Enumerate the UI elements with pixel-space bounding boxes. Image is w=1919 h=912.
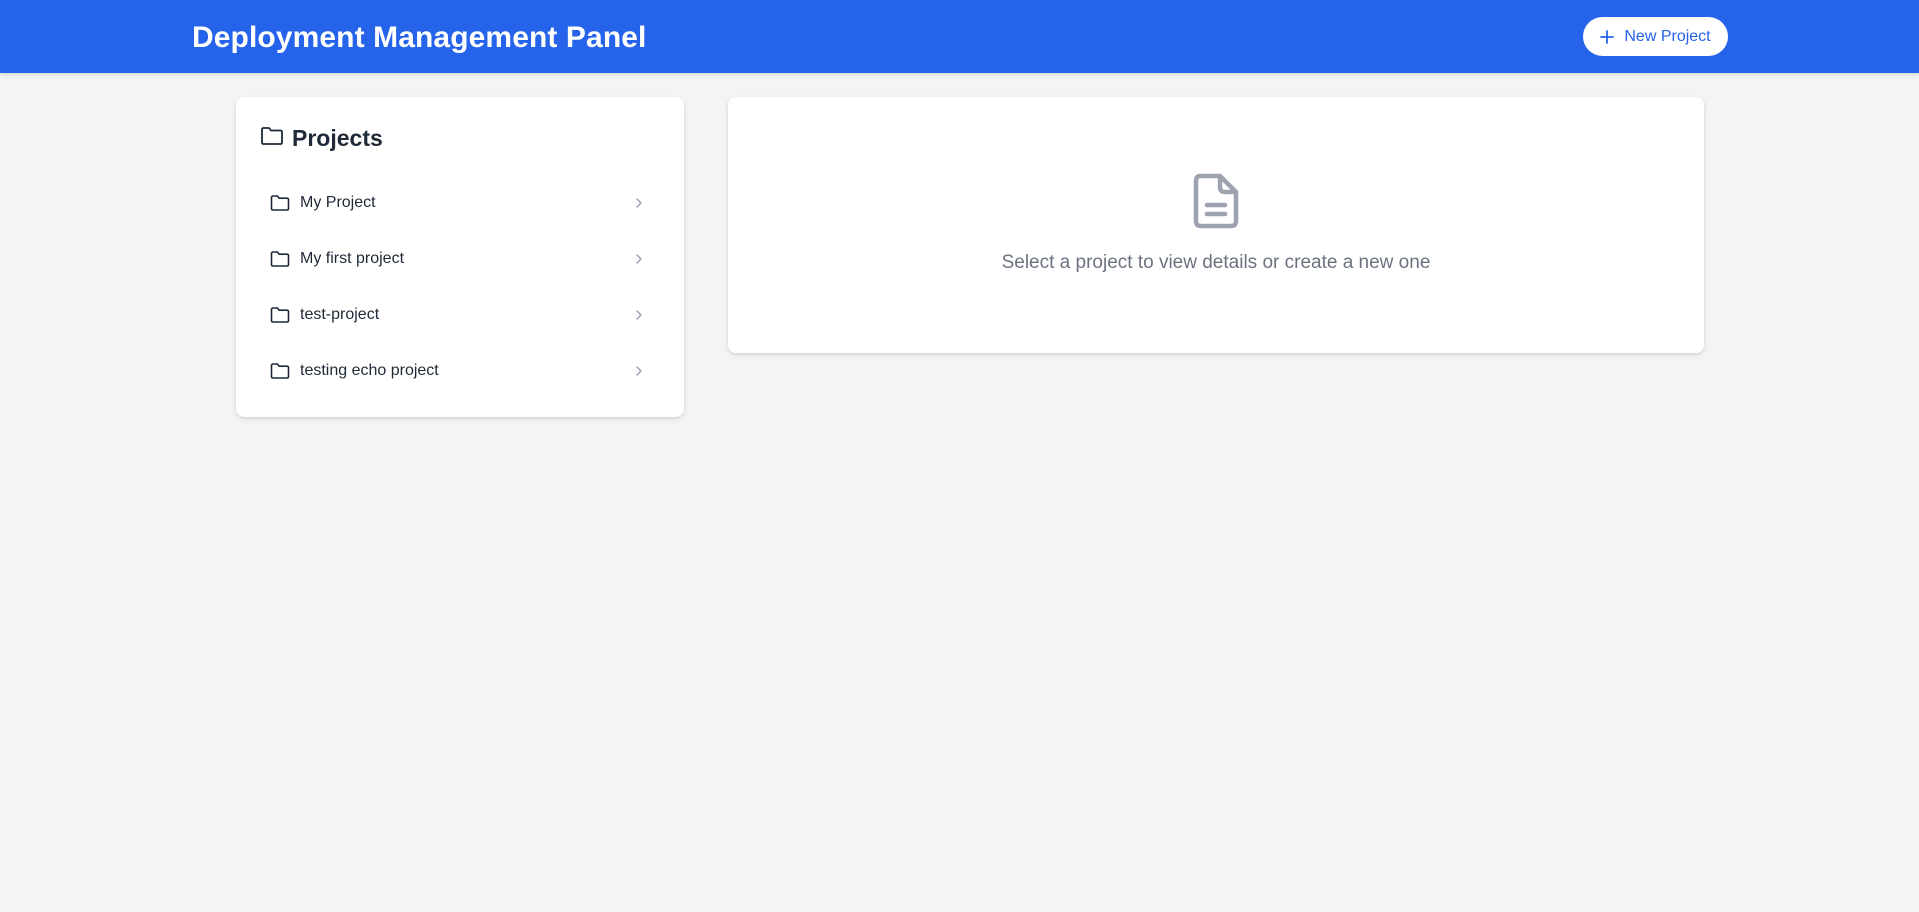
folder-icon [270, 361, 290, 381]
chevron-right-icon [632, 308, 646, 322]
folder-icon [260, 125, 284, 152]
project-item[interactable]: My first project [260, 231, 660, 287]
folder-icon [270, 249, 290, 269]
project-name: test-project [300, 306, 380, 323]
project-name: My Project [300, 194, 376, 211]
new-project-button[interactable]: New Project [1583, 17, 1728, 56]
plus-icon [1600, 29, 1615, 44]
document-icon [1192, 173, 1240, 229]
top-header: Deployment Management Panel New Project [0, 0, 1919, 73]
sidebar-title: Projects [292, 125, 383, 151]
project-item[interactable]: testing echo project [260, 343, 660, 399]
project-detail-panel: Select a project to view details or crea… [728, 97, 1704, 353]
projects-sidebar: Projects My Project My first project tes… [236, 97, 684, 417]
app-title: Deployment Management Panel [192, 21, 647, 54]
chevron-right-icon [632, 196, 646, 210]
folder-icon [270, 193, 290, 213]
chevron-right-icon [632, 364, 646, 378]
project-item[interactable]: test-project [260, 287, 660, 343]
project-item[interactable]: My Project [260, 175, 660, 231]
project-name: My first project [300, 250, 405, 267]
project-list: My Project My first project test-project… [260, 175, 660, 399]
sidebar-header: Projects [260, 123, 383, 153]
empty-state-message: Select a project to view details or crea… [1001, 252, 1431, 273]
project-name: testing echo project [300, 362, 439, 379]
folder-icon [270, 305, 290, 325]
chevron-right-icon [632, 252, 646, 266]
new-project-label: New Project [1624, 27, 1711, 45]
